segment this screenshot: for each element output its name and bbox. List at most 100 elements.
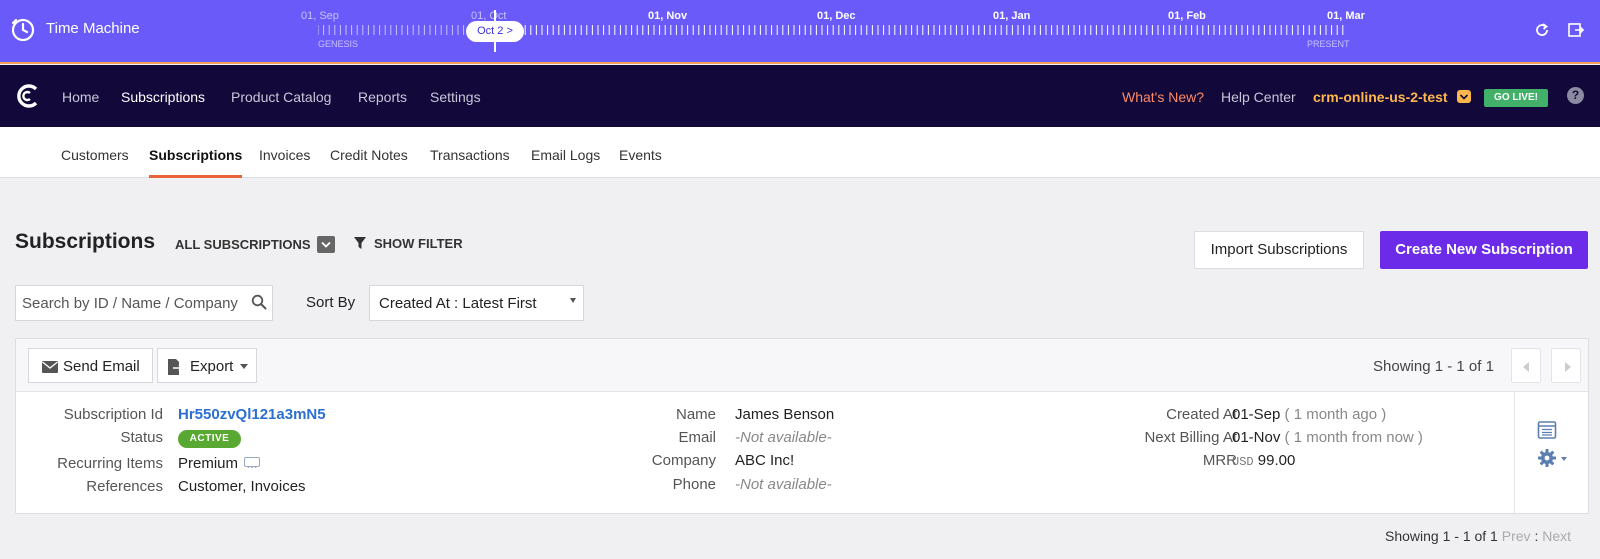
- status-badge: ACTIVE: [178, 430, 241, 448]
- caret-down-icon: [240, 364, 248, 369]
- chevron-left-icon: [1523, 362, 1529, 372]
- create-subscription-button[interactable]: Create New Subscription: [1380, 231, 1588, 269]
- recurring-items-label: Recurring Items: [57, 455, 163, 472]
- subscriptions-panel: Send Email Export Showing 1 - 1 of 1 Sub…: [15, 338, 1589, 514]
- timeline-month-label: 01, Dec: [817, 10, 856, 22]
- status-label: Status: [120, 429, 163, 446]
- prev-page-button[interactable]: [1511, 348, 1541, 383]
- present-label: PRESENT: [1307, 39, 1350, 49]
- tab-transactions[interactable]: Transactions: [430, 147, 510, 163]
- timeline[interactable]: 01, Sep 01, Oct 01, Nov 01, Dec 01, Jan …: [0, 0, 1600, 60]
- tab-credit-notes[interactable]: Credit Notes: [330, 147, 408, 163]
- mrr-currency: USD: [1232, 455, 1254, 469]
- name-label: Name: [675, 406, 716, 423]
- filter-icon[interactable]: [353, 236, 367, 250]
- prev-link[interactable]: Prev: [1502, 528, 1531, 544]
- help-icon[interactable]: ?: [1567, 87, 1584, 104]
- send-email-label: Send Email: [63, 358, 140, 375]
- subscription-id-link[interactable]: Hr550zvQl121a3mN5: [178, 406, 326, 423]
- exit-icon[interactable]: [1567, 21, 1585, 39]
- row-actions: [1514, 392, 1588, 513]
- export-icon: [168, 359, 183, 375]
- page-title: Subscriptions: [15, 230, 156, 253]
- recurring-items-value: Premium: [178, 455, 239, 472]
- next-billing-label: Next Billing At: [1144, 429, 1237, 446]
- list-toolbar: Send Email Export Showing 1 - 1 of 1: [16, 339, 1588, 392]
- export-label: Export: [190, 358, 234, 375]
- customer-company: ABC Inc!: [735, 452, 795, 469]
- bottom-pagination: Showing 1 - 1 of 1 Prev : Next: [1385, 528, 1571, 544]
- go-live-button[interactable]: GO LIVE!: [1484, 89, 1548, 107]
- customer-phone: -Not available-: [735, 476, 832, 493]
- sort-select[interactable]: Created At : Latest First: [369, 285, 584, 321]
- customer-email: -Not available-: [735, 429, 832, 446]
- created-at-label: Created At: [1166, 406, 1237, 423]
- view-selector[interactable]: ALL SUBSCRIPTIONS: [175, 237, 311, 252]
- site-switcher[interactable]: crm-online-us-2-test: [1313, 89, 1448, 105]
- bottom-pagination-summary: Showing 1 - 1 of 1: [1385, 528, 1498, 544]
- nav-settings[interactable]: Settings: [430, 89, 481, 105]
- caret-down-icon[interactable]: [1561, 457, 1567, 461]
- table-row[interactable]: Subscription Id Hr550zvQl121a3mN5 Status…: [16, 392, 1588, 513]
- chevron-down-icon[interactable]: [1457, 90, 1471, 103]
- time-machine-bar: Time Machine 01, Sep 01, Oct 01, Nov 01,…: [0, 0, 1600, 64]
- search-input[interactable]: [22, 286, 244, 320]
- tab-customers[interactable]: Customers: [61, 147, 129, 163]
- refresh-icon[interactable]: [1533, 21, 1551, 39]
- gear-icon[interactable]: [1537, 448, 1557, 468]
- search-icon[interactable]: [251, 294, 267, 310]
- references-label: References: [86, 478, 163, 495]
- nav-home[interactable]: Home: [62, 89, 99, 105]
- created-at-value: 01-Sep ( 1 month ago ): [1232, 406, 1386, 423]
- created-at-relative: ( 1 month ago ): [1284, 406, 1387, 423]
- current-date-pill[interactable]: Oct 2 >: [466, 21, 524, 42]
- timeline-month-label: 01, Nov: [648, 10, 688, 22]
- more-icon[interactable]: [244, 457, 260, 468]
- customer-name: James Benson: [735, 406, 835, 423]
- next-billing-relative: ( 1 month from now ): [1284, 429, 1423, 446]
- timeline-month-label: 01, Sep: [301, 10, 339, 22]
- next-page-button[interactable]: [1551, 348, 1581, 383]
- main-nav: Home Subscriptions Product Catalog Repor…: [0, 65, 1600, 127]
- subscription-id-label: Subscription Id: [63, 406, 163, 423]
- tab-email-logs[interactable]: Email Logs: [531, 147, 600, 163]
- details-icon[interactable]: [1537, 420, 1557, 440]
- next-billing-date: 01-Nov: [1232, 429, 1281, 446]
- whats-new-link[interactable]: What's New?: [1122, 89, 1204, 105]
- pagination-summary: Showing 1 - 1 of 1: [1373, 358, 1494, 375]
- active-tab-indicator: [149, 175, 242, 178]
- envelope-icon: [42, 361, 58, 373]
- mrr-amount: 99.00: [1257, 452, 1296, 469]
- tab-subscriptions[interactable]: Subscriptions: [149, 147, 242, 163]
- company-label: Company: [651, 452, 716, 469]
- next-billing-value: 01-Nov ( 1 month from now ): [1232, 429, 1423, 446]
- next-link[interactable]: Next: [1542, 528, 1571, 544]
- help-center-link[interactable]: Help Center: [1221, 89, 1296, 105]
- search-box: [15, 285, 273, 321]
- show-filter-button[interactable]: SHOW FILTER: [374, 236, 463, 251]
- nav-subscriptions[interactable]: Subscriptions: [121, 89, 205, 105]
- email-label: Email: [678, 429, 716, 446]
- chevron-down-icon[interactable]: [317, 236, 335, 253]
- references-value: Customer, Invoices: [178, 478, 306, 495]
- tab-events[interactable]: Events: [619, 147, 662, 163]
- nav-product-catalog[interactable]: Product Catalog: [231, 89, 331, 105]
- timeline-month-label: 01, Feb: [1168, 10, 1206, 22]
- import-subscriptions-button[interactable]: Import Subscriptions: [1194, 231, 1364, 269]
- sub-nav: Customers Subscriptions Invoices Credit …: [0, 127, 1600, 178]
- mrr-value: USD 99.00: [1232, 452, 1295, 469]
- sort-label: Sort By: [306, 294, 356, 311]
- sort-value: Created At : Latest First: [379, 295, 537, 312]
- chevron-right-icon: [1565, 362, 1571, 372]
- pagination-separator: :: [1534, 528, 1539, 544]
- tab-invoices[interactable]: Invoices: [259, 147, 310, 163]
- nav-reports[interactable]: Reports: [358, 89, 407, 105]
- send-email-button[interactable]: Send Email: [28, 348, 153, 383]
- timeline-month-label: 01, Jan: [993, 10, 1031, 22]
- phone-label: Phone: [672, 476, 716, 493]
- caret-down-icon: [570, 298, 576, 303]
- timeline-month-label: 01, Mar: [1327, 10, 1365, 22]
- chargebee-logo[interactable]: [14, 82, 42, 110]
- genesis-label: GENESIS: [318, 39, 359, 49]
- export-button[interactable]: Export: [157, 348, 257, 383]
